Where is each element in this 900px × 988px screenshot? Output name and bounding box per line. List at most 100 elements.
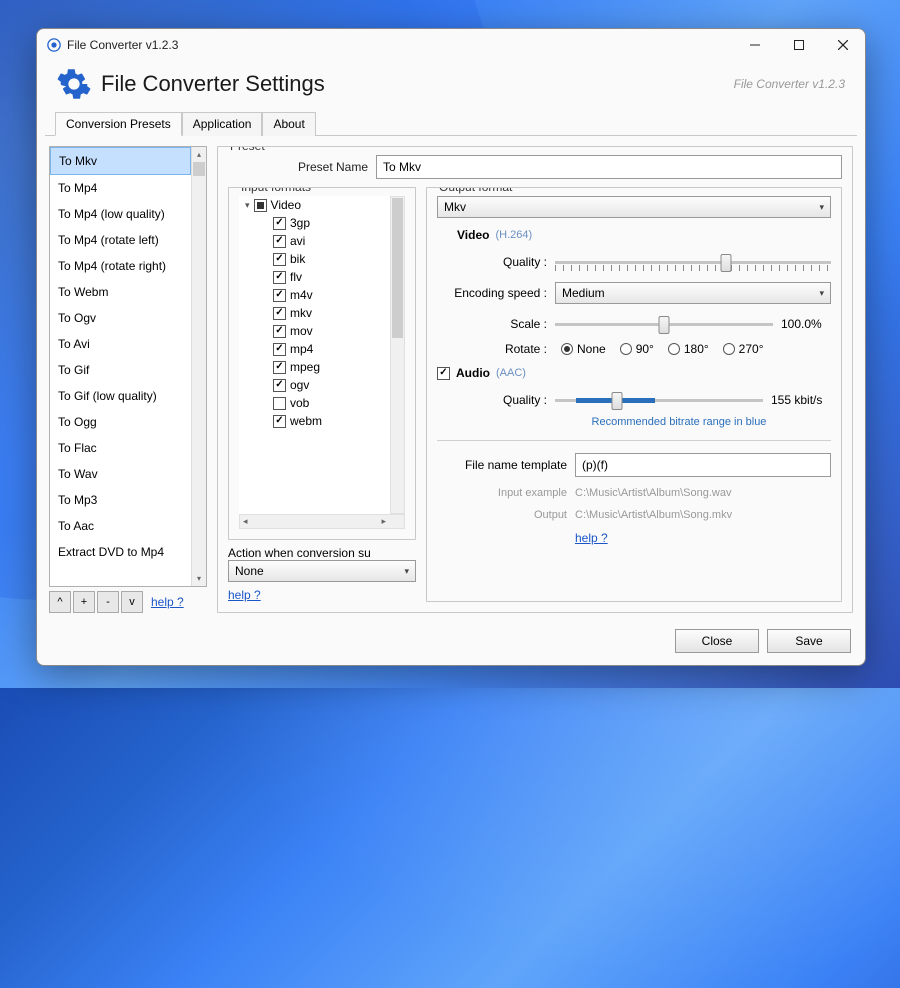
encoding-speed-dropdown[interactable]: Medium ▾ bbox=[555, 282, 831, 304]
preset-item[interactable]: To Gif bbox=[50, 357, 191, 383]
format-checkbox[interactable] bbox=[273, 415, 286, 428]
format-checkbox[interactable] bbox=[273, 271, 286, 284]
preset-item[interactable]: To Webm bbox=[50, 279, 191, 305]
version-label: File Converter v1.2.3 bbox=[734, 77, 845, 91]
preset-item[interactable]: Extract DVD to Mp4 bbox=[50, 539, 191, 565]
tree-vscroll-thumb[interactable] bbox=[392, 198, 403, 338]
preset-scrollbar[interactable]: ▴ ▾ bbox=[191, 147, 206, 586]
rotate-radio[interactable]: 90° bbox=[620, 342, 654, 356]
format-item[interactable]: 3gp bbox=[239, 214, 390, 232]
tree-hscrollbar[interactable]: ◂▸ bbox=[239, 514, 405, 529]
close-window-button[interactable] bbox=[821, 29, 865, 61]
maximize-button[interactable] bbox=[777, 29, 821, 61]
format-checkbox[interactable] bbox=[273, 253, 286, 266]
input-formats-legend: Input formats bbox=[237, 187, 315, 194]
output-format-dropdown[interactable]: Mkv ▾ bbox=[437, 196, 831, 218]
preset-item[interactable]: To Flac bbox=[50, 435, 191, 461]
action-dropdown[interactable]: None ▾ bbox=[228, 560, 416, 582]
format-item[interactable]: mpeg bbox=[239, 358, 390, 376]
format-item[interactable]: avi bbox=[239, 232, 390, 250]
format-item[interactable]: webm bbox=[239, 412, 390, 430]
input-help-link[interactable]: help ? bbox=[228, 588, 416, 602]
preset-item[interactable]: To Aac bbox=[50, 513, 191, 539]
slider-thumb[interactable] bbox=[612, 392, 623, 410]
preset-help-link[interactable]: help ? bbox=[151, 595, 184, 609]
add-preset-button[interactable]: + bbox=[73, 591, 95, 613]
format-item[interactable]: flv bbox=[239, 268, 390, 286]
tree-root[interactable]: ▾Video bbox=[239, 196, 390, 214]
tree-vscrollbar[interactable] bbox=[390, 196, 405, 514]
preset-item[interactable]: To Avi bbox=[50, 331, 191, 357]
scale-label: Scale : bbox=[437, 317, 547, 331]
format-item[interactable]: mkv bbox=[239, 304, 390, 322]
slider-thumb[interactable] bbox=[721, 254, 732, 272]
preset-item[interactable]: To Ogg bbox=[50, 409, 191, 435]
video-quality-slider[interactable] bbox=[555, 252, 831, 272]
preset-name-input[interactable] bbox=[376, 155, 842, 179]
preset-item[interactable]: To Mkv bbox=[50, 147, 191, 175]
app-icon bbox=[47, 38, 61, 52]
scroll-up-icon[interactable]: ▴ bbox=[192, 147, 206, 162]
footer: Close Save bbox=[37, 619, 865, 665]
video-quality-label: Quality : bbox=[437, 255, 547, 269]
rotate-radio[interactable]: 270° bbox=[723, 342, 764, 356]
format-checkbox[interactable] bbox=[273, 379, 286, 392]
input-formats-fieldset: Input formats ▾Video3gpavibikflvm4vmkvmo… bbox=[228, 187, 416, 540]
tab-conversion-presets[interactable]: Conversion Presets bbox=[55, 112, 182, 136]
scroll-down-icon[interactable]: ▾ bbox=[192, 571, 206, 586]
close-button[interactable]: Close bbox=[675, 629, 759, 653]
tab-application[interactable]: Application bbox=[182, 112, 263, 136]
format-checkbox[interactable] bbox=[273, 397, 286, 410]
format-checkbox[interactable] bbox=[273, 361, 286, 374]
preset-item[interactable]: To Ogv bbox=[50, 305, 191, 331]
template-help-link[interactable]: help ? bbox=[575, 531, 608, 545]
format-item[interactable]: mov bbox=[239, 322, 390, 340]
format-checkbox[interactable] bbox=[273, 343, 286, 356]
preset-item[interactable]: To Mp4 (low quality) bbox=[50, 201, 191, 227]
format-item[interactable]: mp4 bbox=[239, 340, 390, 358]
format-checkbox[interactable] bbox=[273, 325, 286, 338]
format-checkbox[interactable] bbox=[273, 307, 286, 320]
audio-enable-checkbox[interactable] bbox=[437, 367, 450, 380]
save-button[interactable]: Save bbox=[767, 629, 851, 653]
preset-list[interactable]: To MkvTo Mp4To Mp4 (low quality)To Mp4 (… bbox=[49, 146, 207, 587]
filename-template-input[interactable] bbox=[575, 453, 831, 477]
format-item[interactable]: m4v bbox=[239, 286, 390, 304]
root-checkbox[interactable] bbox=[254, 199, 267, 212]
gear-icon bbox=[57, 67, 91, 101]
remove-preset-button[interactable]: - bbox=[97, 591, 119, 613]
move-up-button[interactable]: ^ bbox=[49, 591, 71, 613]
preset-item[interactable]: To Wav bbox=[50, 461, 191, 487]
format-checkbox[interactable] bbox=[273, 217, 286, 230]
rotate-radio[interactable]: None bbox=[561, 342, 606, 356]
rotate-row: Rotate : None 90° 180° 270° bbox=[437, 342, 831, 356]
minimize-button[interactable] bbox=[733, 29, 777, 61]
expand-icon[interactable]: ▾ bbox=[245, 200, 250, 211]
preset-legend: Preset bbox=[226, 146, 269, 153]
left-column: To MkvTo Mp4To Mp4 (low quality)To Mp4 (… bbox=[49, 146, 207, 613]
preset-item[interactable]: To Gif (low quality) bbox=[50, 383, 191, 409]
rotate-radio[interactable]: 180° bbox=[668, 342, 709, 356]
tab-about[interactable]: About bbox=[262, 112, 315, 136]
format-checkbox[interactable] bbox=[273, 235, 286, 248]
slider-thumb[interactable] bbox=[659, 316, 670, 334]
body: To MkvTo Mp4To Mp4 (low quality)To Mp4 (… bbox=[37, 136, 865, 619]
scale-slider[interactable] bbox=[555, 314, 773, 334]
preset-item[interactable]: To Mp3 bbox=[50, 487, 191, 513]
move-down-button[interactable]: v bbox=[121, 591, 143, 613]
audio-codec: (AAC) bbox=[496, 367, 526, 379]
audio-quality-slider[interactable] bbox=[555, 390, 763, 410]
preset-item[interactable]: To Mp4 (rotate left) bbox=[50, 227, 191, 253]
format-item[interactable]: vob bbox=[239, 394, 390, 412]
scroll-thumb[interactable] bbox=[193, 162, 205, 176]
format-item[interactable]: bik bbox=[239, 250, 390, 268]
output-legend: Output format bbox=[435, 187, 516, 194]
preset-item[interactable]: To Mp4 (rotate right) bbox=[50, 253, 191, 279]
format-checkbox[interactable] bbox=[273, 289, 286, 302]
format-item[interactable]: ogv bbox=[239, 376, 390, 394]
input-formats-tree[interactable]: ▾Video3gpavibikflvm4vmkvmovmp4mpegogvvob… bbox=[239, 196, 405, 529]
radio-dot bbox=[620, 343, 632, 355]
rotate-label: Rotate : bbox=[437, 342, 547, 356]
output-example-value: C:\Music\Artist\Album\Song.mkv bbox=[575, 509, 732, 521]
preset-item[interactable]: To Mp4 bbox=[50, 175, 191, 201]
